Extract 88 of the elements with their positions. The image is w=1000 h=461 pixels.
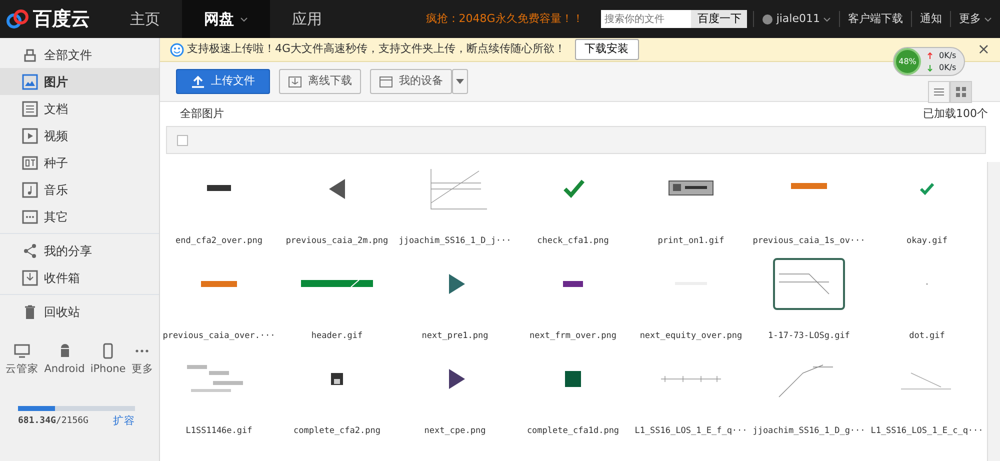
progress-circle: 48% [894,48,921,75]
smiley-icon [170,42,184,56]
file-name[interactable]: L1_SS16_LOS_1_E_f_q··· [632,425,750,438]
breadcrumb-text: 全部图片 [180,106,224,122]
file-name[interactable]: 1-17-73-LOSg.gif [750,330,868,343]
cloud-logo-icon [6,9,30,29]
arrow-down-icon [927,64,933,72]
arrow-up-icon [927,52,933,60]
file-name[interactable]: next_equity_over.png [632,330,750,343]
file-name[interactable]: print_on1.gif [632,235,750,248]
sidebar-item[interactable]: 视频 [0,122,159,149]
sidebar-item[interactable]: 图片 [0,68,159,95]
promo-link[interactable]: 疯抢：2048G永久免费容量！！ [426,10,584,28]
notice-text: 支持极速上传啦！4G大文件高速秒传，支持文件夹上传，断点续传随心所欲！ [187,41,566,58]
file-name[interactable]: previous_caia_over.··· [160,330,278,343]
upload-button[interactable]: 上传文件 [176,69,270,94]
share-icon [22,242,38,258]
music-note-icon [22,182,38,198]
search-field[interactable]: 搜索你的文件 [601,10,692,28]
image-icon [22,74,38,90]
sidebar-item[interactable]: 回收站 [0,298,159,325]
sidebar-item[interactable]: 音乐 [0,176,159,203]
ellipsis-icon [22,208,38,224]
search-button[interactable]: 百度一下 [691,10,748,28]
file-name[interactable]: jjoachim_SS16_1_D_j··· [396,235,514,248]
file-name[interactable]: next_pre1.png [396,330,514,343]
top-link[interactable]: 客户端下载 [848,10,903,28]
tray-icon [22,46,38,62]
device-link[interactable]: 云管家 [6,362,39,378]
file-name[interactable]: dot.gif [868,330,986,343]
logo-text: 百度云 [33,6,90,32]
nav-tab[interactable]: 主页 [108,0,182,38]
monitor-icon[interactable] [14,343,30,359]
device-button[interactable]: 我的设备 [370,69,452,94]
sidebar-item[interactable]: 文档 [0,95,159,122]
loaded-count: 已加载100个 [923,106,988,122]
download-tray-icon [288,74,302,88]
select-all-checkbox[interactable] [177,134,188,146]
file-name[interactable]: L1_SS16_LOS_1_E_c_q··· [868,425,986,438]
sidebar-item[interactable]: 种子 [0,149,159,176]
nav-tab[interactable]: 应用 [270,0,344,38]
file-name[interactable]: next_frm_over.png [514,330,632,343]
speed-text: 0K/s [939,50,956,62]
grid-icon [956,86,966,96]
sidebar-item[interactable]: 其它 [0,203,159,230]
upload-icon [191,74,205,88]
user-name[interactable]: jiale011 [776,10,820,28]
storage-text: 681.34G/2156G [18,414,88,428]
device-link[interactable]: iPhone [90,362,126,378]
device-link[interactable]: Android [44,362,85,378]
caret-icon [456,78,464,85]
inbox-icon [22,270,38,286]
top-link[interactable]: 更多 [959,10,981,28]
file-name[interactable]: end_cfa2_over.png [160,235,278,248]
list-view-button[interactable] [928,80,950,102]
torrent-icon [22,154,38,170]
sidebar-item[interactable]: 我的分享 [0,237,159,264]
close-button[interactable]: × [977,38,990,61]
install-button[interactable]: 下载安装 [574,39,639,60]
file-name[interactable]: previous_caia_2m.png [278,235,396,248]
dropdown-button[interactable] [452,69,468,94]
sidebar-item[interactable]: 全部文件 [0,41,159,68]
file-name[interactable]: previous_caia_1s_ov··· [750,235,868,248]
file-name[interactable]: okay.gif [868,235,986,248]
list-icon [934,86,944,96]
user-avatar-icon [762,14,774,24]
speed-text: 0K/s [939,62,956,74]
file-name[interactable]: header.gif [278,330,396,343]
file-name[interactable]: jjoachim_SS16_1_D_g··· [750,425,868,438]
file-name[interactable]: next_cpe.png [396,425,514,438]
top-link[interactable]: 通知 [920,10,942,28]
caret-icon [823,16,831,22]
file-name[interactable]: check_cfa1.png [514,235,632,248]
document-icon [22,100,38,116]
nav-tab[interactable]: 网盘 [182,0,270,38]
caret-icon [984,16,992,22]
grid-view-button[interactable] [950,80,972,102]
device-window-icon [379,74,393,88]
scrollbar[interactable] [987,162,1000,461]
video-icon [22,128,38,144]
sidebar-item[interactable]: 收件箱 [0,264,159,291]
file-name[interactable]: L1SS1146e.gif [160,425,278,438]
file-name[interactable]: complete_cfa2.png [278,425,396,438]
trash-icon [22,304,38,320]
expand-link[interactable]: 扩容 [113,414,135,430]
offline-download-button[interactable]: 离线下载 [279,69,361,94]
device-link[interactable]: 更多 [131,362,154,378]
file-name[interactable]: complete_cfa1d.png [514,425,632,438]
